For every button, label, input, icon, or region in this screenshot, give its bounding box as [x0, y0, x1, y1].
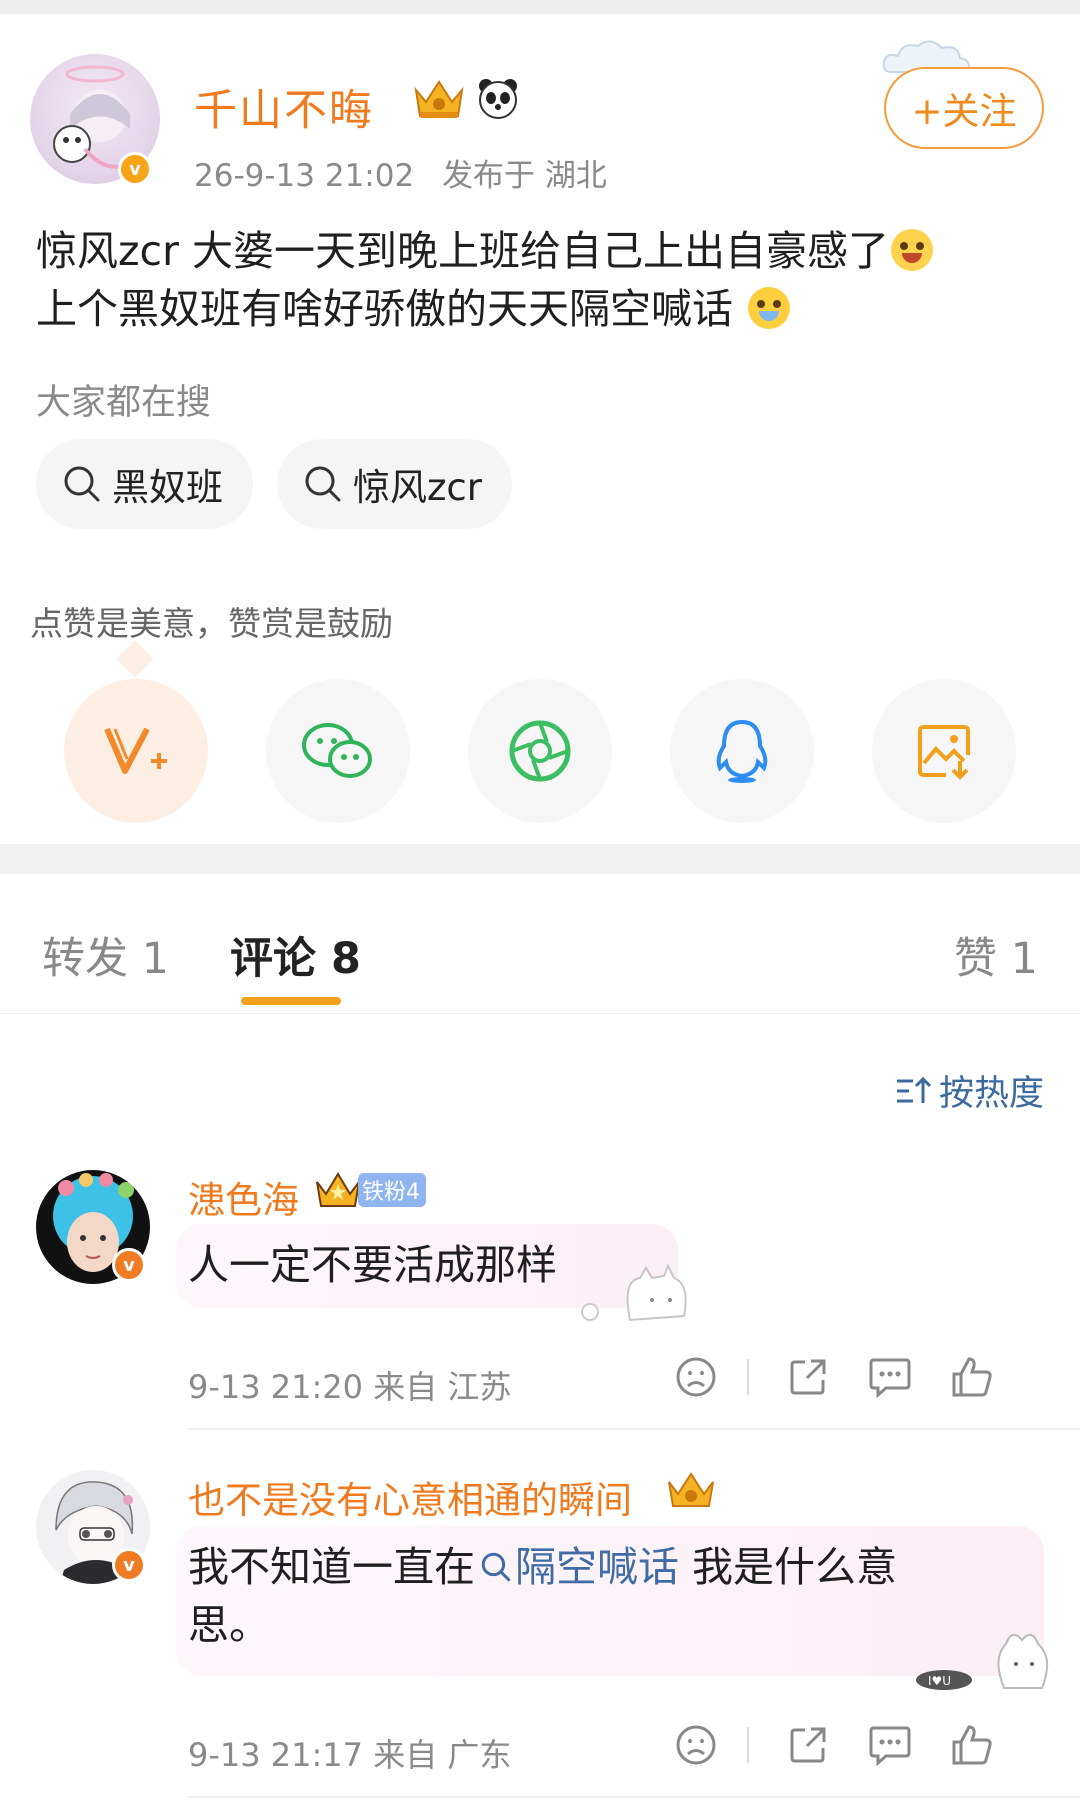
action-separator	[747, 1359, 749, 1395]
crying-emoji-icon	[748, 287, 791, 329]
like-button[interactable]	[931, 1356, 1013, 1398]
sort-icon	[896, 1076, 931, 1103]
comment-divider	[188, 1796, 1080, 1798]
comment-divider	[188, 1428, 1080, 1430]
post-location: 发布于 湖北	[442, 158, 607, 194]
wechat-icon	[302, 723, 372, 778]
share-qq-button[interactable]	[670, 679, 814, 823]
post-text-line1: 惊风zcr 大婆一天到晚上班给自己上出自豪感了	[36, 227, 889, 275]
thumbs-up-icon	[952, 1725, 992, 1765]
share-comment-button[interactable]	[767, 1356, 849, 1398]
dislike-button[interactable]	[655, 1724, 737, 1766]
save-image-icon	[918, 725, 970, 780]
commenter-name-text: 漶色海	[188, 1179, 299, 1222]
comment-text-before: 我不知道一直在	[188, 1543, 475, 1591]
laughing-emoji-icon	[890, 229, 933, 271]
crown-badge-icon	[316, 1172, 360, 1207]
like-button[interactable]	[931, 1724, 1013, 1766]
qq-icon	[716, 719, 768, 783]
post-time: 26-9-13 21:02	[194, 158, 415, 194]
sort-button[interactable]: 按热度	[895, 1065, 1044, 1116]
active-tab-indicator	[241, 997, 341, 1005]
comment-actions	[655, 1724, 1013, 1766]
author-name[interactable]: 千山不晦	[194, 76, 374, 138]
reward-button[interactable]	[64, 679, 208, 823]
dislike-button[interactable]	[655, 1356, 737, 1398]
comment-meta: 9-13 21:20 来自 江苏	[188, 1368, 512, 1406]
fan-level-badge: 铁粉4	[358, 1173, 426, 1207]
crown-badge-icon	[414, 80, 464, 118]
post-text-line2: 上个黑奴班有啥好骄傲的天天隔空喊话	[36, 285, 747, 333]
search-chip[interactable]: 惊风zcr	[277, 439, 512, 529]
search-chip-label: 黑奴班	[112, 466, 223, 509]
tab-comments[interactable]: 评论 8	[230, 924, 361, 986]
cat-sticker-icon	[581, 1263, 687, 1322]
frown-icon	[676, 1357, 716, 1397]
share-row	[64, 679, 1016, 823]
comment-text: 人一定不要活成那样	[188, 1241, 557, 1289]
commenter-badges: 铁粉4	[314, 1170, 426, 1210]
share-moments-button[interactable]	[468, 679, 612, 823]
search-icon	[305, 466, 341, 502]
commenter-name[interactable]: 漶色海	[188, 1170, 299, 1224]
comment-item: v 也不是没有心意相通的瞬间 我不知道一直在 隔空喊话 我是什么意 思。 I♥U …	[0, 1460, 1080, 1800]
topic-link[interactable]: 隔空喊话	[475, 1543, 679, 1591]
post-meta: 26-9-13 21:02 发布于 湖北	[194, 150, 607, 195]
author-badges	[412, 76, 520, 120]
top-strip	[0, 0, 1080, 14]
section-divider	[0, 844, 1080, 874]
comment-text-after: 我是什么意	[679, 1543, 898, 1591]
comment-text-line2: 思。	[188, 1601, 270, 1649]
share-icon	[790, 1359, 826, 1395]
sort-label: 按热度	[938, 1074, 1044, 1114]
bunny-sticker-icon: I♥U	[916, 1633, 1049, 1690]
reward-v-icon	[104, 727, 167, 774]
verified-badge-icon: v	[112, 1548, 146, 1582]
search-icon	[481, 1552, 511, 1582]
commenter-name-text: 也不是没有心意相通的瞬间	[188, 1479, 632, 1522]
share-comment-button[interactable]	[767, 1724, 849, 1766]
reply-button[interactable]	[849, 1356, 931, 1398]
thumbs-up-icon	[952, 1357, 992, 1397]
share-wechat-button[interactable]	[266, 679, 410, 823]
search-chip[interactable]: 黑奴班	[36, 439, 253, 529]
verified-badge-icon: v	[118, 152, 152, 186]
follow-button[interactable]: +关注	[884, 67, 1044, 149]
frown-icon	[676, 1725, 716, 1765]
tab-repost[interactable]: 转发 1	[42, 924, 169, 986]
search-chip-label: 惊风zcr	[353, 466, 482, 509]
post-text: 惊风zcr 大婆一天到晚上班给自己上出自豪感了 上个黑奴班有啥好骄傲的天天隔空喊…	[36, 222, 1046, 338]
moments-icon	[509, 720, 571, 782]
reply-button[interactable]	[849, 1724, 931, 1766]
trending-search-label: 大家都在搜	[36, 383, 212, 423]
action-separator	[747, 1727, 749, 1763]
comment-icon	[869, 1726, 911, 1766]
post-card: v 千山不晦 26-9-13 21:02 发布于 湖北 +关注 惊风zcr 大婆…	[0, 14, 1080, 844]
search-icon	[64, 466, 100, 502]
comment-text: 我不知道一直在 隔空喊话 我是什么意 思。	[188, 1538, 1008, 1654]
share-icon	[790, 1727, 826, 1763]
comment-icon	[869, 1358, 911, 1398]
tip-arrow	[116, 640, 154, 678]
save-image-button[interactable]	[872, 679, 1016, 823]
search-chips: 黑奴班 惊风zcr	[36, 439, 512, 529]
commenter-name[interactable]: 也不是没有心意相通的瞬间	[188, 1470, 632, 1524]
reward-tip: 点赞是美意，赞赏是鼓励	[30, 604, 393, 643]
panda-icon	[479, 79, 517, 119]
verified-badge-icon: v	[112, 1248, 146, 1282]
topic-link-label: 隔空喊话	[515, 1543, 679, 1591]
comment-actions	[655, 1356, 1013, 1398]
comment-item: v 漶色海 铁粉4 人一定不要活成那样 9-13 21:20 来自 江苏	[0, 1160, 1080, 1430]
detail-tabs: 转发 1 评论 8 赞 1	[0, 874, 1080, 1014]
tab-likes[interactable]: 赞 1	[954, 924, 1038, 986]
comment-meta: 9-13 21:17 来自 广东	[188, 1736, 512, 1774]
svg-text:I♥U: I♥U	[928, 1674, 951, 1688]
crown-badge-icon	[668, 1472, 714, 1507]
